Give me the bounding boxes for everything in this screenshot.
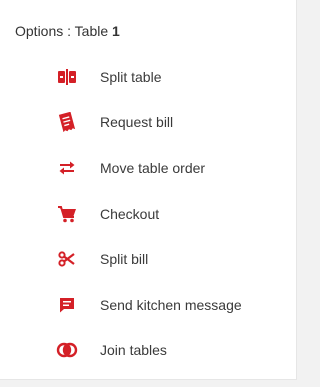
menu-item-label: Send kitchen message bbox=[100, 296, 242, 313]
receipt-icon bbox=[56, 111, 78, 133]
menu-item-request-bill[interactable]: Request bill bbox=[0, 100, 297, 146]
menu-item-label: Move table order bbox=[100, 159, 206, 176]
menu-item-split-table[interactable]: Split table bbox=[0, 54, 297, 100]
menu-item-split-bill[interactable]: Split bill bbox=[0, 236, 297, 282]
panel-title: Options : Table 1 bbox=[15, 23, 120, 39]
split-table-icon bbox=[56, 66, 78, 88]
menu-item-move-table-order[interactable]: Move table order bbox=[0, 145, 297, 191]
title-prefix: Options : Table bbox=[15, 23, 113, 39]
menu-item-join-tables[interactable]: Join tables bbox=[0, 328, 297, 374]
join-circles-icon bbox=[56, 339, 78, 361]
options-panel: Options : Table 1 Split table Request bi… bbox=[0, 0, 297, 380]
swap-arrows-icon bbox=[56, 157, 78, 179]
menu-item-label: Split bill bbox=[100, 251, 149, 268]
menu-item-send-kitchen-message[interactable]: Send kitchen message bbox=[0, 282, 297, 328]
scissors-icon bbox=[56, 248, 78, 270]
table-number: 1 bbox=[112, 23, 120, 39]
menu-item-label: Split table bbox=[100, 68, 162, 85]
menu-item-label: Request bill bbox=[100, 114, 174, 131]
options-menu: Split table Request bill Move table orde… bbox=[0, 54, 297, 373]
message-icon bbox=[56, 294, 78, 316]
shopping-cart-icon bbox=[56, 203, 78, 225]
menu-item-label: Checkout bbox=[100, 205, 160, 222]
menu-item-label: Join tables bbox=[100, 342, 167, 359]
menu-item-checkout[interactable]: Checkout bbox=[0, 191, 297, 237]
